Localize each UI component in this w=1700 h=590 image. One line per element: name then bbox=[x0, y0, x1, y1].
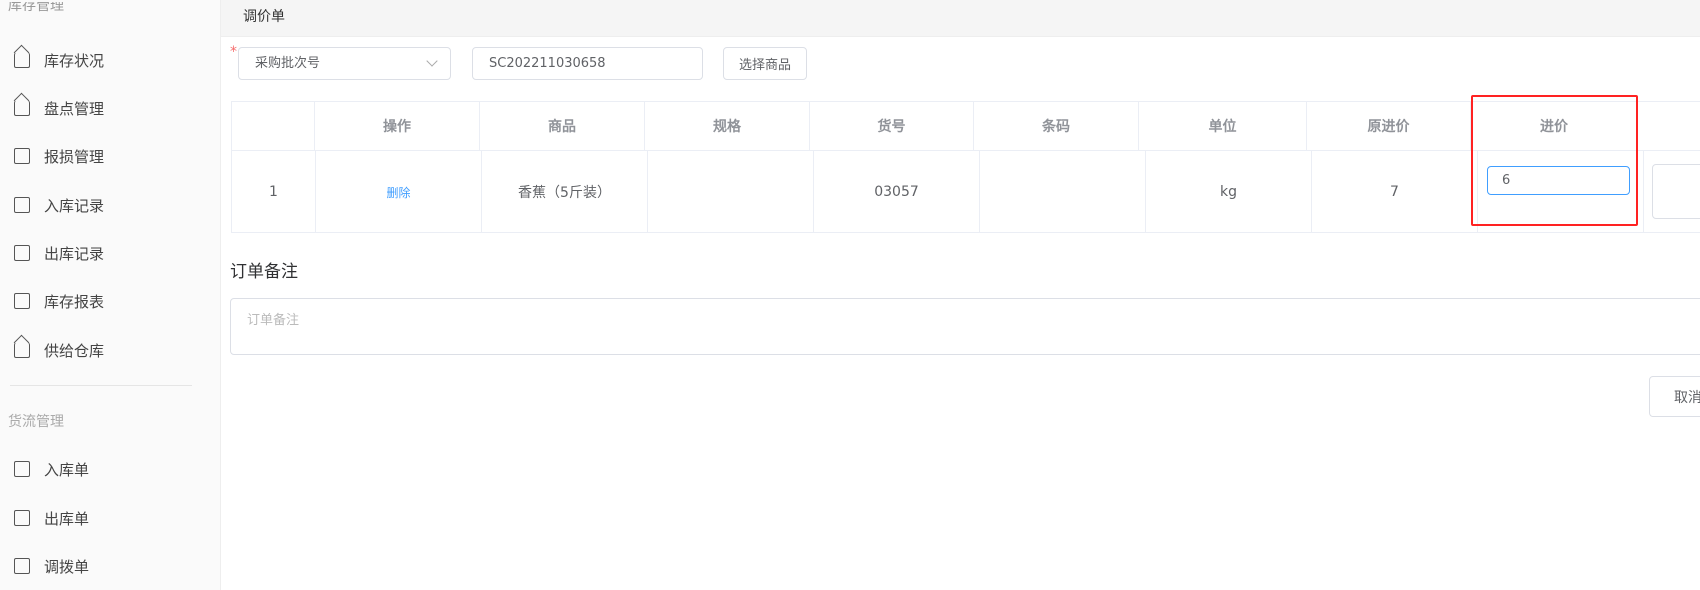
sidebar-item-stock-report[interactable]: 库存报表 bbox=[14, 287, 104, 315]
sidebar-item-label: 报损管理 bbox=[44, 147, 105, 166]
sidebar-item-label: 入库记录 bbox=[44, 196, 105, 215]
sidebar-item-label: 调拨单 bbox=[44, 557, 90, 576]
required-mark: * bbox=[230, 44, 237, 60]
sidebar-item-label: 出库记录 bbox=[44, 244, 105, 263]
row-index: 1 bbox=[232, 151, 316, 233]
sidebar-item-transfer-order[interactable]: 调拨单 bbox=[14, 552, 89, 580]
page-title: 调价单 bbox=[243, 9, 285, 25]
select-goods-button[interactable]: 选择商品 bbox=[723, 47, 807, 80]
table-header-unit: 单位 bbox=[1139, 102, 1307, 151]
row-sku: 03057 bbox=[814, 151, 980, 233]
row-extra-input[interactable] bbox=[1652, 164, 1700, 219]
house-icon bbox=[14, 342, 30, 358]
sidebar: 库存管理 库存状况 盘点管理 报损管理 入库记录 出库记录 库存报表 供给仓库 … bbox=[0, 0, 221, 590]
row-barcode bbox=[980, 151, 1146, 233]
sidebar-item-loss[interactable]: 报损管理 bbox=[14, 142, 104, 170]
trash-doc-icon bbox=[14, 148, 30, 164]
batch-number-input[interactable]: SC202211030658 bbox=[472, 47, 703, 80]
sidebar-item-label: 出库单 bbox=[44, 509, 90, 528]
select-value: 采购批次号 bbox=[255, 56, 321, 71]
sidebar-item-outbound-order[interactable]: 出库单 bbox=[14, 504, 89, 532]
house-icon bbox=[14, 52, 30, 68]
sidebar-item-inventory-check[interactable]: 盘点管理 bbox=[14, 94, 104, 122]
order-note-textarea[interactable]: 订单备注 bbox=[230, 298, 1700, 355]
table-header-action: 操作 bbox=[315, 102, 480, 151]
sidebar-item-label: 库存状况 bbox=[44, 51, 105, 70]
row-action-cell: 删除 bbox=[316, 151, 482, 233]
delete-link[interactable]: 删除 bbox=[386, 184, 410, 201]
sidebar-item-inbound-order[interactable]: 入库单 bbox=[14, 455, 89, 483]
sidebar-item-label: 盘点管理 bbox=[44, 99, 105, 118]
sidebar-item-label: 供给仓库 bbox=[44, 341, 105, 360]
clipboard-in-icon bbox=[14, 461, 30, 477]
sidebar-item-label: 入库单 bbox=[44, 460, 90, 479]
house-icon bbox=[14, 100, 30, 116]
page-header: 调价单 bbox=[221, 0, 1700, 37]
doc-out-icon bbox=[14, 245, 30, 261]
table-header-barcode: 条码 bbox=[974, 102, 1139, 151]
row-old-price: 7 bbox=[1312, 151, 1478, 233]
row-product: 香蕉（5斤装） bbox=[482, 151, 648, 233]
sidebar-item-label: 库存报表 bbox=[44, 292, 105, 311]
chevron-down-icon bbox=[426, 55, 438, 67]
order-note-title: 订单备注 bbox=[230, 262, 298, 282]
sidebar-section-heading: 库存管理 bbox=[8, 2, 64, 14]
monitor-icon bbox=[14, 293, 30, 309]
highlight-box bbox=[1471, 95, 1638, 226]
batch-type-select[interactable]: 采购批次号 bbox=[238, 47, 451, 80]
sidebar-divider bbox=[10, 385, 192, 386]
table-header-product: 商品 bbox=[480, 102, 645, 151]
doc-in-icon bbox=[14, 197, 30, 213]
table-header-sku: 货号 bbox=[810, 102, 974, 151]
sidebar-item-outbound-records[interactable]: 出库记录 bbox=[14, 239, 104, 267]
row-spec bbox=[648, 151, 814, 233]
table-header-old-price: 原进价 bbox=[1307, 102, 1471, 151]
row-unit: kg bbox=[1146, 151, 1312, 233]
sidebar-item-stock-status[interactable]: 库存状况 bbox=[14, 46, 104, 74]
table-header-spec: 规格 bbox=[645, 102, 810, 151]
transfer-icon bbox=[14, 558, 30, 574]
clipboard-out-icon bbox=[14, 510, 30, 526]
table-header-extra bbox=[1638, 102, 1700, 151]
sidebar-item-supply-warehouse[interactable]: 供给仓库 bbox=[14, 336, 104, 364]
table-header-index bbox=[232, 102, 315, 151]
cancel-button[interactable]: 取消 bbox=[1649, 376, 1700, 417]
sidebar-section-heading: 货流管理 bbox=[8, 414, 64, 430]
sidebar-item-inbound-records[interactable]: 入库记录 bbox=[14, 191, 104, 219]
